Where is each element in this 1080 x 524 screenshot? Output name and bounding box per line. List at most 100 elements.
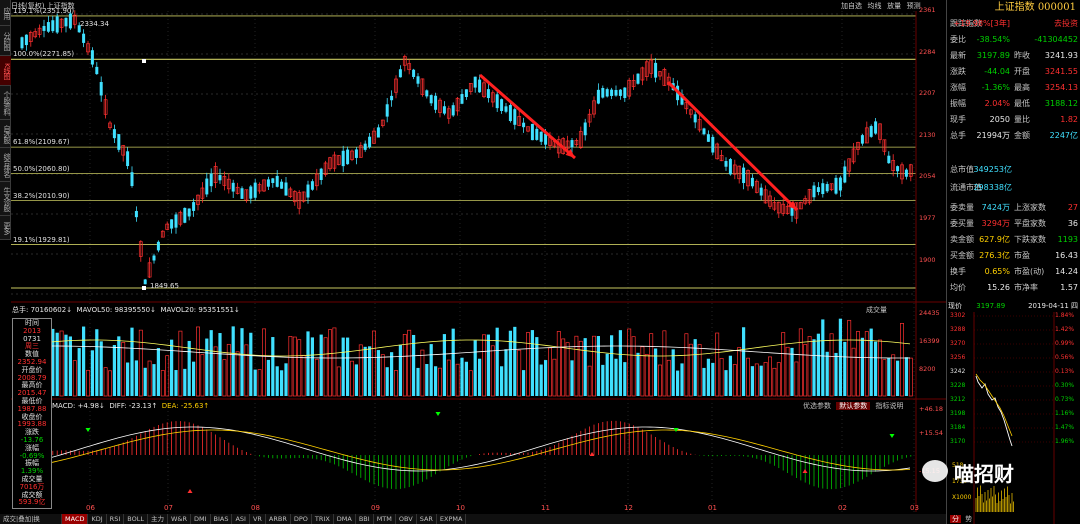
month-label: 11 [541,504,550,512]
indicator-tab-dmi[interactable]: DMI [191,514,211,524]
indicator-tab-主力[interactable]: 主力 [148,514,168,524]
month-label: 02 [838,504,847,512]
indicator-tab-kdj[interactable]: KDJ [88,514,107,524]
indicator-tab-obv[interactable]: OBV [396,514,417,524]
volume-bar [68,336,72,396]
candle-body [209,173,213,187]
candle-body [398,69,402,78]
optimize-params-button[interactable]: 优选参数 [800,402,834,410]
candle-body [614,90,618,96]
volume-bar [592,335,596,397]
indicator-tab-arbr[interactable]: ARBR [266,514,291,524]
volume-bar [138,329,143,397]
mini-right-tick: 1.16% [1055,410,1075,417]
indicator-tab-trix[interactable]: TRIX [312,514,334,524]
quote-field: 平盘家数 [1014,219,1046,228]
mini-right-tick: 0.99% [1055,340,1075,347]
quote-field: 涨幅 [950,83,966,92]
volume-bar [82,326,86,396]
candle-body [530,123,534,141]
candle-body [368,136,372,148]
indicator-tab-dpo[interactable]: DPO [291,514,312,524]
bottom-left-tabs[interactable]: 成交|叠加|换 [0,514,62,524]
candle-body [486,89,490,99]
indicator-tab-sar[interactable]: SAR [417,514,437,524]
volume-bar [385,367,389,396]
quote-field: 金额 [1014,131,1030,140]
low-price-label: 1849.65 [150,282,179,290]
diff-line [21,426,911,472]
candle-body [266,179,270,187]
dea-value: DEA: -25.63↑ [161,402,210,410]
quote-field: 总市值 [950,165,974,174]
candle-body [68,13,72,29]
volume-bar [812,339,816,396]
volume-bar [468,370,473,397]
indicator-tab-rsi[interactable]: RSI [107,514,125,524]
volume-bar [574,335,579,397]
indicator-tab-mtm[interactable]: MTM [374,514,396,524]
candle-body [117,134,121,150]
candle-body [341,150,345,167]
indicator-tab-bias[interactable]: BIAS [211,514,233,524]
mini-right-tick: 1.84% [1055,312,1075,319]
candle-body [825,184,829,192]
default-params-button[interactable]: 默认参数 [836,402,871,410]
candle-body [42,25,46,31]
volume-bar [473,340,477,396]
candle-body [596,89,600,104]
volume-bar [134,360,138,396]
month-label: 12 [624,504,633,512]
volume-indicator-button[interactable]: 成交量 [866,305,887,315]
indicator-tab-vr[interactable]: VR [250,514,266,524]
volume-bar [776,362,781,397]
volume-bar [275,366,279,396]
candle-body [460,93,464,104]
candle-body [874,121,878,134]
volume-bar [900,323,904,397]
volume-bar [759,365,763,396]
volume-bar [500,366,504,396]
candle-body [275,175,279,187]
month-label: 01 [708,504,717,512]
volume-bar [878,339,882,397]
quote-field: 14.24 [1055,267,1078,276]
volume-bar [583,338,587,396]
volume-bar [55,332,59,396]
indicator-tab-macd[interactable]: MACD [62,514,89,524]
macd-value: MACD: +4.98↓ [52,402,105,410]
volume-bar [693,339,697,396]
quote-field: 上涨家数 [1014,203,1046,212]
indicator-tab-boll[interactable]: BOLL [124,514,148,524]
candle-body [513,109,517,125]
tab-trend[interactable]: 势 [963,515,974,523]
indicator-tab-dma[interactable]: DMA [334,514,356,524]
volume-header: 总手: 70160602↓ MAVOL50: 98395550↓ MAVOL20… [12,305,240,315]
quote-field: 3254.13 [1044,83,1078,92]
volume-bar [390,352,394,396]
price-tick: 2284 [919,47,936,56]
candle-body [500,99,504,111]
quote-row: 跟踪指数 +19.98%[3年] 去投资 [948,16,1080,32]
tab-minute[interactable]: 分 [950,515,961,523]
volume-bar [803,344,808,397]
indicator-tab-w&r[interactable]: W&R [168,514,191,524]
indicator-tab-expma[interactable]: EXPMA [437,514,467,524]
candle-body [112,129,116,139]
indicator-tab-asi[interactable]: ASI [232,514,250,524]
candle-body [539,131,543,142]
candle-body [174,214,178,228]
candle-body [636,73,640,84]
quote-field: 1193 [1057,235,1078,244]
quote-field: 15.26 [987,283,1010,292]
volume-bar [192,361,196,396]
volume-bar [130,327,134,396]
volume-bar [240,328,244,396]
indicator-tab-bbi[interactable]: BBI [356,514,374,524]
volume-tick: 24435 [919,309,940,317]
volume-bar [271,337,275,396]
indicator-help-button[interactable]: 指标说明 [872,402,906,410]
fib-anchor [142,286,146,290]
month-label: 03 [910,504,919,512]
candle-body [451,105,455,116]
